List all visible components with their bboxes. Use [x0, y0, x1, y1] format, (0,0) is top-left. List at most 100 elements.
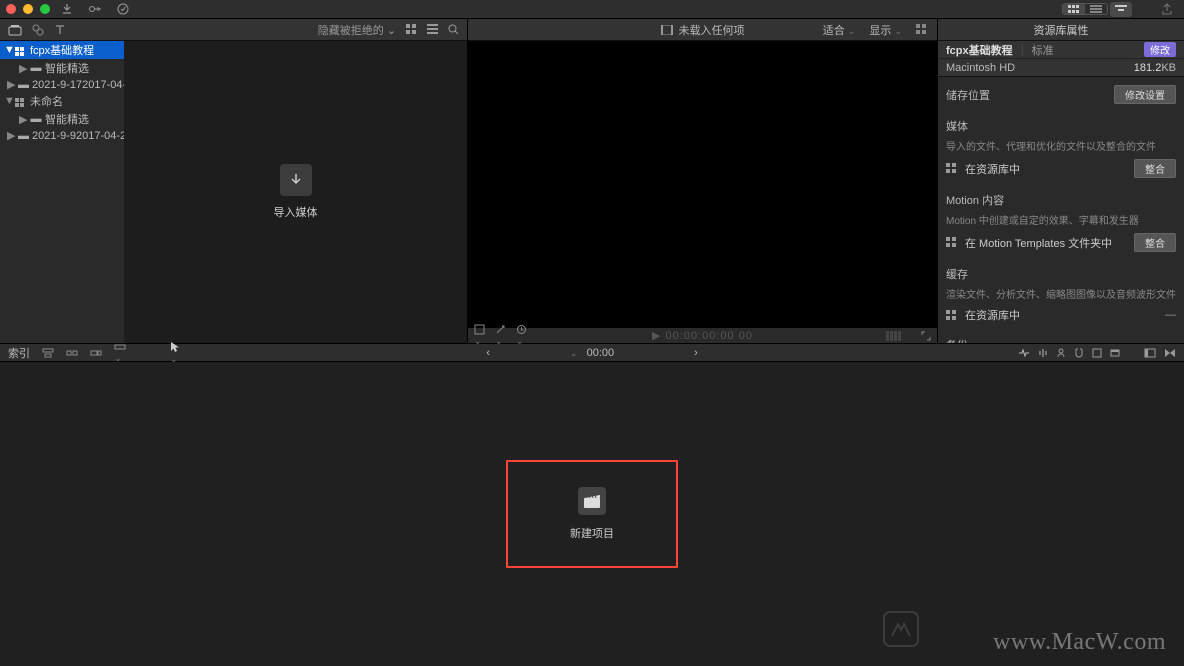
tree-label: 智能精选	[45, 111, 89, 127]
grid-view-icon[interactable]	[406, 24, 417, 35]
connect-clip-icon[interactable]	[42, 348, 54, 358]
storage-section: 储存位置 修改设置	[946, 85, 1176, 104]
motion-section: Motion 内容 Motion 中创建或自定的效果、字幕和发生器 在 Moti…	[946, 192, 1176, 252]
inspector-title: 资源库属性	[1034, 22, 1089, 38]
overwrite-clip-icon[interactable]: ⌄	[114, 342, 126, 364]
disk-name: Macintosh HD	[946, 62, 1015, 74]
folder-icon: ▬	[30, 62, 42, 74]
select-tool-icon[interactable]: ⌄	[170, 341, 180, 365]
backup-section: 备份 资源库数据库的备份	[946, 337, 1176, 343]
viewer-timecode: ▶ 00:00:00:00 00	[652, 329, 753, 342]
disclosure-triangle[interactable]: ▼	[4, 95, 12, 107]
zoom-window-button[interactable]	[40, 4, 50, 14]
library-size: 181.2KB	[1134, 62, 1176, 74]
close-window-button[interactable]	[6, 4, 16, 14]
library-icon	[15, 45, 27, 56]
new-project-button[interactable]	[578, 487, 606, 515]
inspector-name-row: fcpx基础教程 ｜ 标准 修改	[938, 41, 1184, 59]
import-dropzone[interactable]: 导入媒体	[124, 41, 467, 343]
minimize-window-button[interactable]	[23, 4, 33, 14]
modify-settings-button[interactable]: 修改设置	[1114, 85, 1176, 104]
section-subtitle: 渲染文件、分析文件、缩略图图像以及音频波形文件	[946, 286, 1176, 301]
zoom-menu[interactable]: 适合 ⌄	[823, 22, 856, 38]
disclosure-triangle[interactable]: ▶	[19, 113, 27, 126]
viewer-panel: 未载入任何项 适合 ⌄ 显示 ⌄ ⌄ ⌄ ⌄ ▶ 00:00:00:00 00	[468, 19, 938, 343]
location-text: 在资源库中	[965, 161, 1126, 177]
view-options-icon[interactable]	[1092, 348, 1102, 358]
viewer-title: 未载入任何项	[679, 22, 745, 38]
fullscreen-icon[interactable]	[921, 331, 931, 341]
history-back-icon[interactable]: ‹	[486, 347, 490, 359]
location-text: 在资源库中	[965, 307, 1157, 323]
library-item-event2[interactable]: ▶ ▬ 2021-9-92017-04-21	[0, 128, 124, 143]
tree-label: 智能精选	[45, 60, 89, 76]
storage-icon	[946, 237, 957, 248]
section-title: 媒体	[946, 118, 968, 134]
index-button[interactable]: 索引	[8, 345, 30, 361]
timeline-area[interactable]: 新建项目 www.MacW.com	[0, 362, 1184, 666]
list-view-icon[interactable]	[427, 24, 438, 35]
sidebar-tabs	[0, 19, 124, 41]
titles-tab-icon[interactable]	[54, 24, 66, 36]
timeline-toolbar: 索引 ⌄ ⌄ ‹ ⌄ 00:00 ›	[0, 344, 1184, 362]
inspector-disk-row: Macintosh HD 181.2KB	[938, 59, 1184, 77]
consolidate-button[interactable]: 整合	[1134, 159, 1176, 178]
transitions-browser-icon[interactable]	[1164, 348, 1176, 358]
inspector-header: 资源库属性	[938, 19, 1184, 41]
section-title: 备份	[946, 337, 968, 343]
effects-browser-icon[interactable]	[1144, 348, 1156, 358]
display-menu[interactable]: 显示 ⌄	[869, 22, 902, 38]
tree-label: fcpx基础教程	[30, 42, 94, 58]
history-forward-icon[interactable]: ›	[694, 347, 698, 359]
photos-tab-icon[interactable]	[32, 24, 44, 36]
library-item-event1[interactable]: ▶ ▬ 2021-9-172017-04-...	[0, 77, 124, 92]
import-arrow-icon	[280, 164, 312, 196]
insert-clip-icon[interactable]	[66, 348, 78, 358]
disclosure-triangle[interactable]: ▶	[7, 129, 15, 142]
library-item-smart2[interactable]: ▶ ▬ 智能精选	[0, 110, 124, 128]
audio-skimming-icon[interactable]	[1038, 348, 1048, 358]
disclosure-triangle[interactable]: ▶	[19, 62, 27, 75]
share-button[interactable]	[1156, 2, 1178, 17]
filter-menu[interactable]: 隐藏被拒绝的 ⌄	[318, 22, 396, 38]
search-icon[interactable]	[448, 24, 459, 35]
solo-icon[interactable]	[1056, 348, 1066, 358]
layout-toggle-icon[interactable]	[916, 24, 927, 35]
background-tasks-button[interactable]	[112, 2, 134, 17]
viewer-canvas[interactable]	[468, 41, 937, 328]
viewer-controls: ⌄ ⌄ ⌄ ▶ 00:00:00:00 00	[468, 328, 937, 343]
clip-appearance-icon[interactable]	[1110, 348, 1120, 358]
skimming-icon[interactable]	[1018, 348, 1030, 358]
tree-label: 2021-9-172017-04-...	[32, 79, 124, 91]
location-text: 在 Motion Templates 文件夹中	[965, 235, 1126, 251]
section-title: Motion 内容	[946, 192, 1004, 208]
list-view-icon[interactable]	[1085, 4, 1107, 14]
inspector-panel: 资源库属性 fcpx基础教程 ｜ 标准 修改 Macintosh HD 181.…	[938, 19, 1184, 343]
filmstrip-view-icon[interactable]	[1063, 4, 1085, 14]
disclosure-triangle[interactable]: ▶	[7, 78, 15, 91]
modify-button[interactable]: 修改	[1144, 42, 1176, 57]
section-title: 缓存	[946, 266, 968, 282]
libraries-tab-icon[interactable]	[8, 24, 22, 36]
window-controls	[6, 4, 50, 14]
browser-header: 隐藏被拒绝的 ⌄	[124, 19, 467, 41]
library-item-unnamed[interactable]: ▼ 未命名	[0, 92, 124, 110]
keyword-button[interactable]	[84, 2, 106, 17]
consolidate-button[interactable]: 整合	[1134, 233, 1176, 252]
library-item-fcpx[interactable]: ▼ fcpx基础教程	[0, 41, 124, 59]
inspector-toggle[interactable]	[1110, 2, 1132, 17]
new-project-label: 新建项目	[570, 525, 614, 541]
disclosure-triangle[interactable]: ▼	[4, 44, 12, 56]
storage-icon	[946, 163, 957, 174]
section-subtitle: 导入的文件、代理和优化的文件以及整合的文件	[946, 138, 1176, 153]
cache-section: 缓存 渲染文件、分析文件、缩略图图像以及音频波形文件 在资源库中 —	[946, 266, 1176, 323]
append-clip-icon[interactable]	[90, 348, 102, 358]
media-browser: 隐藏被拒绝的 ⌄ 导入媒体	[124, 19, 468, 343]
import-button[interactable]	[56, 2, 78, 17]
snapping-icon[interactable]	[1074, 348, 1084, 358]
browser-view-toggle[interactable]	[1062, 3, 1108, 15]
filmstrip-icon	[661, 25, 673, 35]
timeline-timecode: 00:00	[587, 347, 615, 359]
library-item-smart[interactable]: ▶ ▬ 智能精选	[0, 59, 124, 77]
library-icon	[15, 96, 27, 107]
